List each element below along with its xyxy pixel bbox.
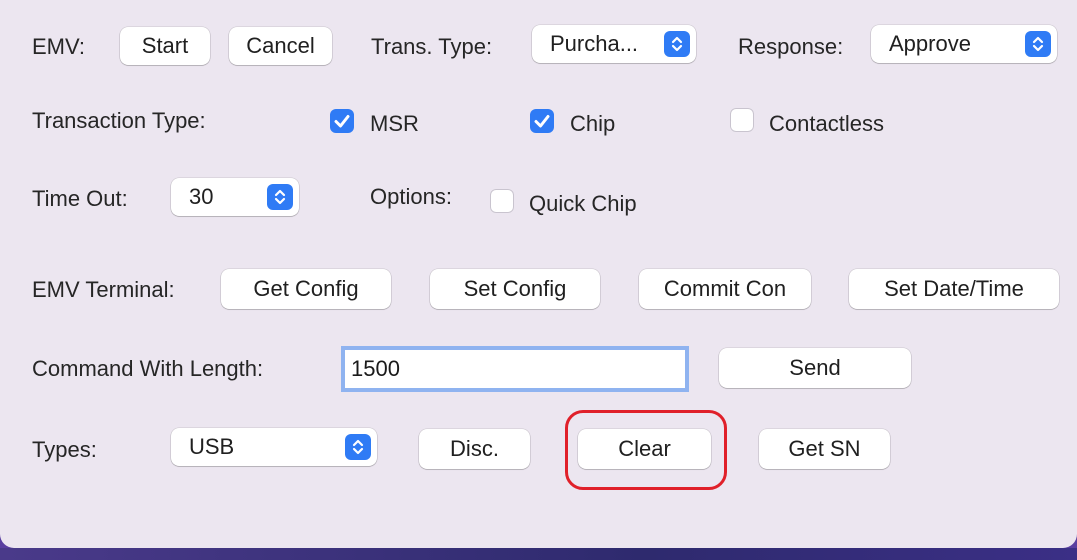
quick-chip-checkbox[interactable]: [490, 189, 514, 213]
msr-checkbox[interactable]: [330, 109, 354, 133]
chevron-updown-icon: [664, 31, 690, 57]
emv-terminal-label: EMV Terminal:: [32, 277, 175, 302]
trans-type-select[interactable]: Purcha...: [532, 25, 696, 63]
response-value: Approve: [889, 31, 971, 56]
set-date-time-button[interactable]: Set Date/Time: [849, 269, 1059, 309]
emv-panel: EMV: Start Cancel Trans. Type: Purcha...…: [0, 0, 1077, 548]
disc-button[interactable]: Disc.: [419, 429, 530, 469]
quick-chip-label: Quick Chip: [529, 191, 637, 216]
types-select[interactable]: USB: [171, 428, 377, 466]
types-value: USB: [189, 434, 235, 459]
trans-type-label: Trans. Type:: [371, 34, 493, 59]
response-select[interactable]: Approve: [871, 25, 1057, 63]
trans-type-value: Purcha...: [550, 31, 639, 56]
start-button[interactable]: Start: [120, 27, 210, 65]
desktop-background: [0, 548, 1077, 560]
options-label: Options:: [370, 184, 452, 209]
checkmark-icon: [534, 115, 550, 128]
get-sn-button[interactable]: Get SN: [759, 429, 890, 469]
time-out-value: 30: [189, 184, 214, 209]
response-label: Response:: [738, 34, 844, 59]
set-config-button[interactable]: Set Config: [430, 269, 600, 309]
emv-label: EMV:: [32, 34, 85, 59]
chevron-updown-icon: [1025, 31, 1051, 57]
chip-label: Chip: [570, 111, 616, 136]
command-with-length-label: Command With Length:: [32, 356, 264, 381]
chevron-updown-icon: [267, 184, 293, 210]
get-config-button[interactable]: Get Config: [221, 269, 391, 309]
chevron-updown-icon: [345, 434, 371, 460]
chip-checkbox[interactable]: [530, 109, 554, 133]
transaction-type-label: Transaction Type:: [32, 108, 206, 133]
checkmark-icon: [334, 115, 350, 128]
contactless-label: Contactless: [769, 111, 884, 136]
time-out-label: Time Out:: [32, 186, 128, 211]
time-out-select[interactable]: 30: [171, 178, 299, 216]
send-button[interactable]: Send: [719, 348, 911, 388]
types-label: Types:: [32, 437, 97, 462]
cancel-button[interactable]: Cancel: [229, 27, 332, 65]
clear-highlight-annotation: [565, 410, 727, 490]
msr-label: MSR: [370, 111, 419, 136]
command-input[interactable]: 1500: [341, 346, 689, 392]
commit-config-button[interactable]: Commit Con: [639, 269, 811, 309]
contactless-checkbox[interactable]: [730, 108, 754, 132]
